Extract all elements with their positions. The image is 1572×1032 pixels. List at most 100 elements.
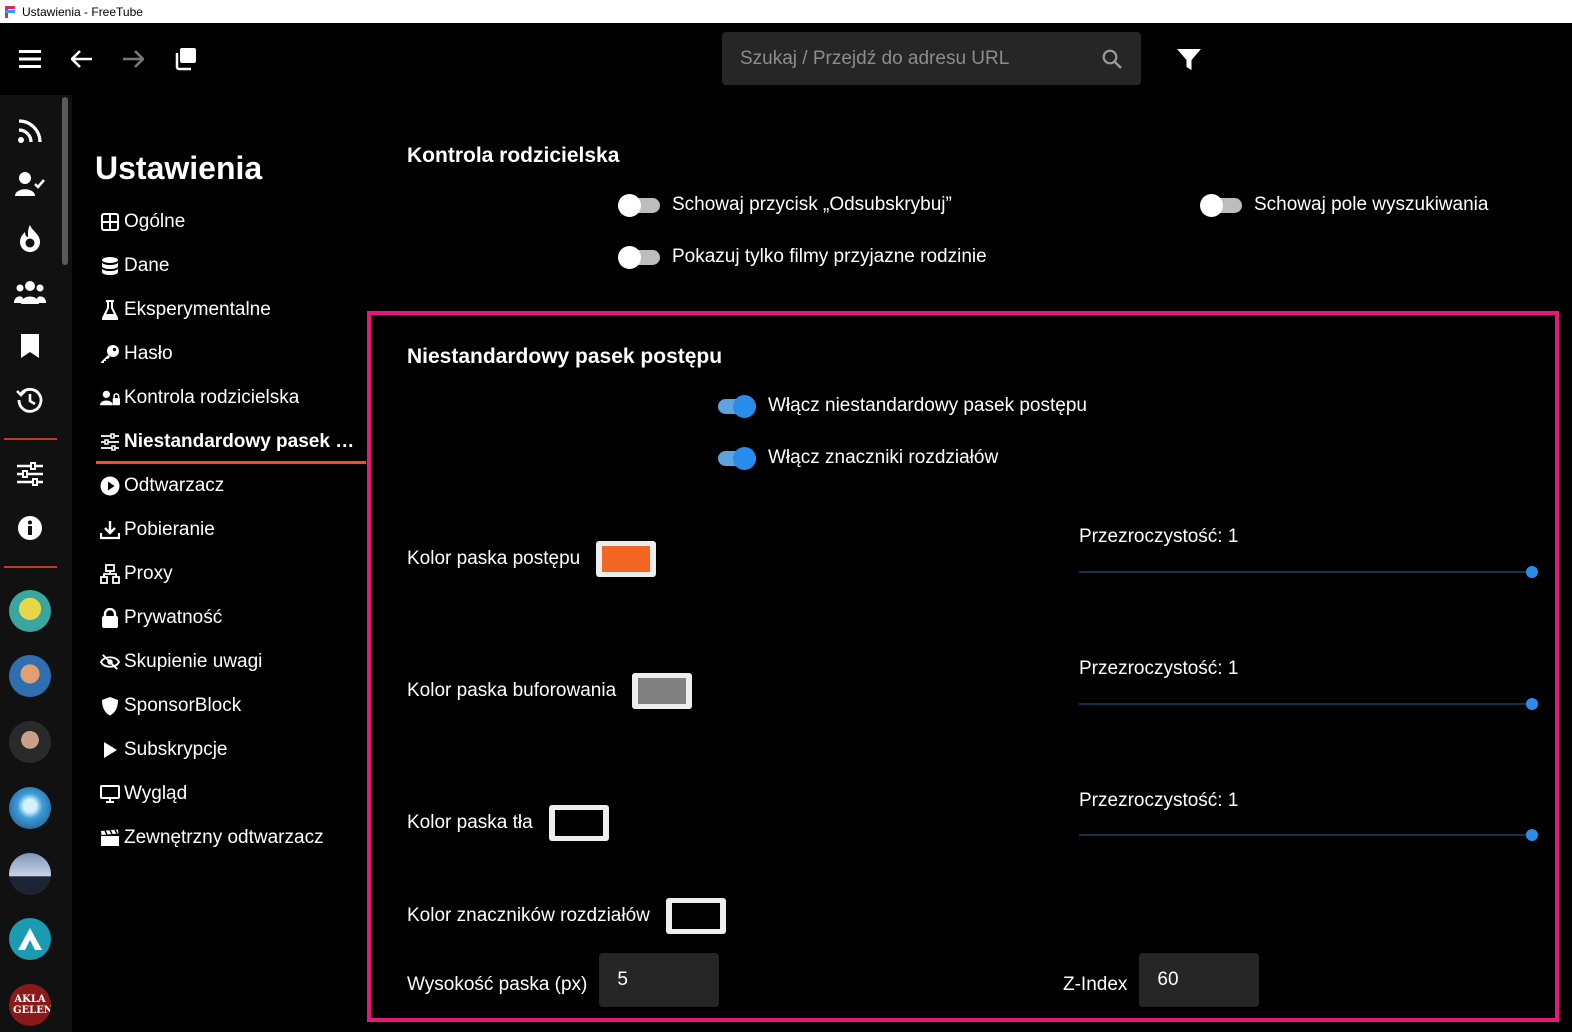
background-color-row: Kolor paska tła bbox=[407, 805, 609, 841]
channel-avatar[interactable] bbox=[9, 853, 51, 895]
rss-icon[interactable] bbox=[13, 114, 47, 148]
height-field: Wysokość paska (px) 5 bbox=[407, 953, 720, 1007]
key-icon bbox=[100, 344, 120, 364]
buffer-opacity-label: Przezroczystość: 1 bbox=[1079, 658, 1239, 679]
channel-avatar[interactable] bbox=[9, 721, 51, 763]
settings-nav-privacy[interactable]: Prywatność bbox=[96, 596, 366, 640]
freetube-logo-icon bbox=[4, 5, 16, 18]
toggle-label: Pokazuj tylko filmy przyjazne rodzinie bbox=[672, 246, 987, 267]
buffer-color-row: Kolor paska buforowania bbox=[407, 673, 693, 709]
shield-icon bbox=[100, 696, 120, 716]
settings-nav-custom-progress-bar[interactable]: Niestandardowy pasek po... bbox=[96, 420, 366, 464]
settings-nav-parental-control[interactable]: Kontrola rodzicielska bbox=[96, 376, 366, 420]
channel-avatar[interactable] bbox=[9, 655, 51, 697]
settings-nav-player[interactable]: Odtwarzacz bbox=[96, 464, 366, 508]
toggle-label: Schowaj pole wyszukiwania bbox=[1254, 194, 1489, 215]
forward-arrow-icon[interactable] bbox=[117, 43, 149, 75]
settings-nav-appearance[interactable]: Wygląd bbox=[96, 772, 366, 816]
user-lock-icon bbox=[100, 388, 120, 408]
toggle-enable-custom-progress-bar[interactable]: Włącz niestandardowy pasek postępu bbox=[714, 395, 1087, 418]
toggle-label: Schowaj przycisk „Odsubskrybuj” bbox=[672, 194, 952, 215]
toggle-label: Włącz niestandardowy pasek postępu bbox=[768, 395, 1087, 416]
menu-icon[interactable] bbox=[14, 43, 46, 75]
zindex-input[interactable]: 60 bbox=[1139, 953, 1260, 1007]
database-icon bbox=[100, 256, 120, 276]
settings-nav-proxy[interactable]: Proxy bbox=[96, 552, 366, 596]
rail-divider bbox=[4, 438, 57, 440]
filter-icon[interactable] bbox=[1172, 43, 1206, 77]
rail-scrollbar[interactable] bbox=[62, 97, 68, 265]
color-swatch bbox=[554, 810, 603, 836]
download-icon bbox=[100, 520, 120, 540]
toggle-switch[interactable] bbox=[618, 246, 660, 269]
chapter-color-picker[interactable] bbox=[665, 898, 726, 934]
section-title-parental: Kontrola rodzicielska bbox=[407, 144, 620, 167]
progress-color-picker[interactable] bbox=[596, 541, 657, 577]
toggle-switch[interactable] bbox=[714, 447, 756, 470]
slider-thumb[interactable] bbox=[1526, 698, 1538, 710]
section-title-progress-bar: Niestandardowy pasek postępu bbox=[407, 345, 723, 368]
background-opacity-slider[interactable] bbox=[1079, 829, 1538, 841]
toggle-hide-unsubscribe[interactable]: Schowaj przycisk „Odsubskrybuj” bbox=[618, 194, 952, 217]
settings-nav-experimental[interactable]: Eksperymentalne bbox=[96, 288, 366, 332]
settings-nav-data[interactable]: Dane bbox=[96, 244, 366, 288]
channel-avatar[interactable]: AKLA GELEN bbox=[9, 984, 51, 1026]
rail-divider bbox=[4, 566, 57, 568]
settings-nav-distraction-free[interactable]: Skupienie uwagi bbox=[96, 640, 366, 684]
field-label: Z-Index bbox=[1063, 974, 1128, 995]
settings-nav: Ogólne Dane Eksperymentalne Hasło Kontro… bbox=[96, 200, 366, 860]
toggle-hide-search[interactable]: Schowaj pole wyszukiwania bbox=[1200, 194, 1489, 217]
settings-nav-sponsorblock[interactable]: SponsorBlock bbox=[96, 684, 366, 728]
clapperboard-icon bbox=[100, 828, 120, 848]
sliders-icon bbox=[100, 432, 120, 452]
background-color-picker[interactable] bbox=[548, 805, 609, 841]
progress-opacity-slider[interactable] bbox=[1079, 566, 1538, 578]
users-icon[interactable] bbox=[13, 275, 47, 309]
color-swatch bbox=[671, 903, 720, 929]
toggle-switch[interactable] bbox=[1200, 194, 1242, 217]
search-icon[interactable] bbox=[1101, 48, 1123, 70]
avatar-text: AKLA GELEN bbox=[13, 994, 51, 1016]
color-label: Kolor paska postępu bbox=[407, 548, 581, 569]
play-circle-icon bbox=[100, 476, 120, 496]
settings-nav-external-player[interactable]: Zewnętrzny odtwarzacz bbox=[96, 816, 366, 860]
channel-avatar[interactable] bbox=[9, 590, 51, 632]
buffer-color-picker[interactable] bbox=[632, 673, 693, 709]
history-icon[interactable] bbox=[13, 383, 47, 417]
color-label: Kolor paska buforowania bbox=[407, 680, 617, 701]
settings-nav-password[interactable]: Hasło bbox=[96, 332, 366, 376]
height-input[interactable]: 5 bbox=[599, 953, 720, 1007]
settings-nav-subscriptions[interactable]: Subskrypcje bbox=[96, 728, 366, 772]
toggle-enable-chapter-markers[interactable]: Włącz znaczniki rozdziałów bbox=[714, 447, 998, 470]
slider-thumb[interactable] bbox=[1526, 829, 1538, 841]
sliders-icon[interactable] bbox=[13, 457, 47, 491]
window-title: Ustawienia - FreeTube bbox=[22, 4, 143, 19]
grid-icon bbox=[100, 212, 120, 232]
background-opacity-label: Przezroczystość: 1 bbox=[1079, 790, 1239, 811]
channel-avatar[interactable] bbox=[9, 918, 51, 960]
color-swatch bbox=[638, 678, 687, 704]
lock-icon bbox=[100, 608, 120, 628]
toggle-family-friendly[interactable]: Pokazuj tylko filmy przyjazne rodzinie bbox=[618, 246, 987, 269]
back-arrow-icon[interactable] bbox=[66, 43, 98, 75]
bookmark-icon[interactable] bbox=[13, 329, 47, 363]
search-input[interactable] bbox=[740, 47, 1101, 70]
fire-icon[interactable] bbox=[13, 221, 47, 255]
zindex-field: Z-Index 60 bbox=[1063, 953, 1260, 1007]
color-label: Kolor znaczników rozdziałów bbox=[407, 905, 650, 926]
settings-nav-general[interactable]: Ogólne bbox=[96, 200, 366, 244]
toggle-switch[interactable] bbox=[714, 395, 756, 418]
settings-nav-download[interactable]: Pobieranie bbox=[96, 508, 366, 552]
color-label: Kolor paska tła bbox=[407, 812, 533, 833]
info-icon[interactable] bbox=[13, 511, 47, 545]
slider-thumb[interactable] bbox=[1526, 566, 1538, 578]
toggle-switch[interactable] bbox=[618, 194, 660, 217]
user-check-icon[interactable] bbox=[13, 167, 47, 201]
page-title: Ustawienia bbox=[95, 150, 263, 186]
progress-color-row: Kolor paska postępu bbox=[407, 541, 657, 577]
channel-avatar[interactable] bbox=[9, 787, 51, 829]
progress-opacity-label: Przezroczystość: 1 bbox=[1079, 526, 1239, 547]
window-titlebar: Ustawienia - FreeTube bbox=[0, 0, 1572, 23]
buffer-opacity-slider[interactable] bbox=[1079, 698, 1538, 710]
new-window-icon[interactable] bbox=[169, 43, 201, 75]
